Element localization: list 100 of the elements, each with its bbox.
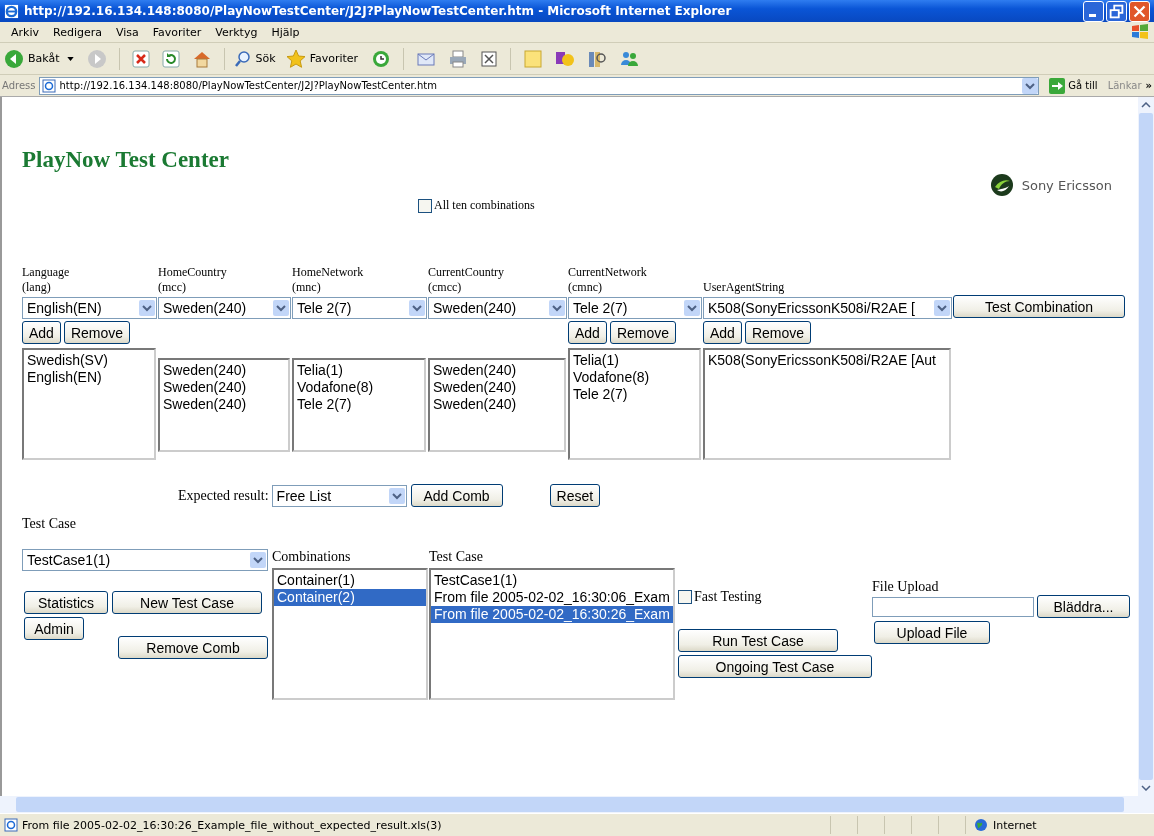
list-label: Test Case [429,549,484,565]
remove-button[interactable]: Remove [63,321,131,344]
field-label: CurrentCountry [428,265,505,280]
add-comb-button[interactable]: Add Comb [410,484,503,507]
dropdown[interactable]: Tele 2(7) [292,297,427,319]
dropdown[interactable]: K508(SonyEricssonK508i/R2AE [ [703,297,952,319]
edit-icon[interactable] [480,49,499,68]
page-icon [42,78,57,93]
ongoing-test-case-button[interactable]: Ongoing Test Case [678,655,872,678]
browser-icon [4,3,19,19]
close-button[interactable] [1129,0,1150,22]
list-item[interactable]: From file 2005-02-02_16:30:06_Exam [434,589,670,606]
history-icon[interactable] [371,48,392,69]
test-case-dropdown[interactable]: TestCase1(1) [22,549,268,571]
dropdown[interactable]: English(EN) [22,297,157,319]
list-item[interactable]: K508(SonyEricssonK508i/R2AE [Aut [708,352,946,369]
checkbox[interactable] [418,198,432,213]
caret-icon [66,56,74,61]
favorites-button[interactable]: Favoriter [285,48,363,69]
add-button[interactable]: Add [22,321,61,344]
checkbox[interactable] [678,590,692,604]
refresh-icon[interactable] [161,49,180,68]
horizontal-scrollbar[interactable] [0,796,1154,813]
list-item[interactable]: Sweden(240) [163,362,285,379]
list-item[interactable]: Telia(1) [573,352,696,369]
list-item[interactable]: Tele 2(7) [573,386,696,403]
list-box[interactable]: TestCase1(1) From file 2005-02-02_16:30:06_Exam From file 2005-02-02_16:30:26_Exam [429,568,675,700]
menu-item[interactable]: Favoriter [145,25,209,39]
menu-item[interactable]: Redigera [46,25,109,39]
list-item[interactable]: Tele 2(7) [297,396,421,413]
page-title: PlayNow Test Center [22,147,229,172]
window-title: http://192.16.134.148:8080/PlayNowTestCenter/J2J?PlayNowTestCenter.htm - Microsoft Internet Explorer [24,4,732,18]
go-button[interactable]: Gå till [1043,77,1104,94]
list-box[interactable]: Sweden(240) Sweden(240) Sweden(240) [428,358,566,452]
menu-item[interactable]: Verktyg [208,25,265,39]
dropdown[interactable]: Sweden(240) [428,297,567,319]
search-button[interactable]: Sök [233,49,280,68]
statistics-button[interactable]: Statistics [24,591,108,614]
remove-comb-button[interactable]: Remove Comb [118,636,268,659]
test-combination-button[interactable]: Test Combination [953,295,1125,318]
list-item[interactable]: Sweden(240) [433,379,561,396]
field-code: (cmnc) [568,280,603,295]
more-links-button[interactable]: » [1145,80,1152,91]
list-item[interactable]: Container(2) [274,589,426,606]
address-label: Adress [2,80,36,91]
list-item[interactable]: Vodafone(8) [573,369,696,386]
list-box[interactable]: Sweden(240) Sweden(240) Sweden(240) [158,358,290,452]
search-icon [233,49,252,68]
add-button[interactable]: Add [703,321,742,344]
list-item[interactable]: Sweden(240) [163,396,285,413]
field-label: Language [22,265,71,280]
list-item[interactable]: From file 2005-02-02_16:30:26_Exam [431,606,673,623]
scroll-up-icon[interactable] [1141,102,1151,108]
list-box[interactable]: Telia(1) Vodafone(8) Tele 2(7) [292,358,426,452]
list-item[interactable]: Sweden(240) [433,396,561,413]
list-item[interactable]: TestCase1(1) [434,572,670,589]
stop-icon[interactable] [131,49,150,68]
reset-button[interactable]: Reset [549,484,601,507]
menu-item[interactable]: Arkiv [4,25,46,39]
list-item[interactable]: Swedish(SV) [27,352,151,369]
maximize-button[interactable] [1106,0,1127,22]
list-box[interactable]: K508(SonyEricssonK508i/R2AE [Aut [703,348,951,460]
run-test-case-button[interactable]: Run Test Case [678,629,838,652]
field-code: (lang) [22,280,52,295]
address-field[interactable]: http://192.16.134.148:8080/PlayNowTestCenter/J2J?PlayNowTestCenter.htm [39,76,1040,95]
list-box[interactable]: Swedish(SV) English(EN) [22,348,156,460]
file-path-field[interactable] [872,596,1034,617]
list-item[interactable]: Sweden(240) [163,379,285,396]
list-box[interactable]: Telia(1) Vodafone(8) Tele 2(7) [568,348,701,460]
dropdown[interactable]: Tele 2(7) [568,297,702,319]
menu-item[interactable]: Visa [108,25,146,39]
list-item[interactable]: Telia(1) [297,362,421,379]
remove-button[interactable]: Remove [609,321,677,344]
checkbox-label: All ten combinations [434,198,535,213]
minimize-button[interactable] [1083,0,1104,22]
scroll-down-icon[interactable] [1141,785,1151,791]
list-box[interactable]: Container(1) Container(2) [272,568,428,700]
menu-item[interactable]: Hjälp [264,25,307,39]
browse-button[interactable]: Bläddra... [1037,595,1130,618]
vertical-scrollbar[interactable] [1138,97,1154,796]
add-button[interactable]: Add [568,321,607,344]
expected-result-dropdown[interactable]: Free List [271,484,407,507]
printer-icon[interactable] [448,48,469,69]
field-code: (mcc) [158,280,187,295]
back-button[interactable]: Bakåt [4,48,78,69]
list-item[interactable]: English(EN) [27,369,151,386]
expected-result-label: Expected result: [178,487,269,504]
field-label: HomeNetwork [292,265,365,280]
dropdown[interactable]: Sweden(240) [158,297,291,319]
admin-button[interactable]: Admin [24,617,84,640]
list-item[interactable]: Sweden(240) [433,362,561,379]
zone-label: Internet [993,818,1037,832]
remove-button[interactable]: Remove [744,321,812,344]
logo-text: Sony Ericsson [1021,177,1112,193]
globe-icon [974,818,988,832]
upload-file-button[interactable]: Upload File [874,621,990,644]
new-test-case-button[interactable]: New Test Case [112,591,262,614]
field-label: UserAgentString [703,280,786,295]
list-item[interactable]: Container(1) [277,572,423,589]
list-item[interactable]: Vodafone(8) [297,379,421,396]
